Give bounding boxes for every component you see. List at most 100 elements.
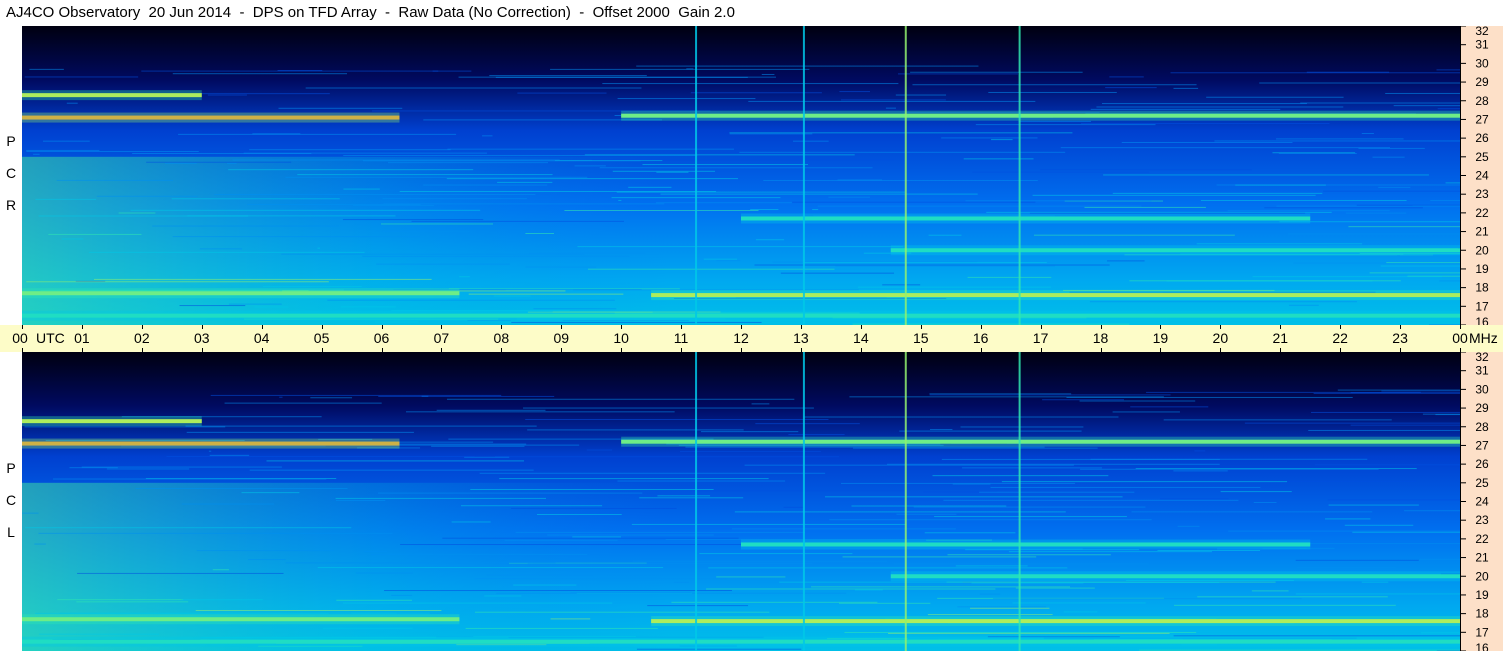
freq-tick-label: 21 — [1475, 225, 1489, 239]
rcp-letter-p: R — [5, 197, 17, 213]
time-tick — [22, 325, 23, 329]
time-tick — [980, 325, 982, 329]
freq-tick-label: 28 — [1475, 94, 1489, 108]
time-tick-label: 07 — [433, 330, 450, 346]
rcp-spectrogram — [22, 26, 1460, 325]
time-tick — [201, 325, 203, 329]
rcp-letter-r: P — [6, 133, 16, 149]
time-tick-label: 10 — [613, 330, 629, 346]
spike-1 — [802, 352, 805, 651]
lcp-spectrogram — [22, 352, 1460, 651]
spike-2 — [904, 352, 907, 651]
time-tick-label: 11 — [673, 330, 689, 346]
time-tick — [441, 325, 443, 329]
time-tick-label: 06 — [373, 330, 390, 346]
freq-tick-label: 31 — [1475, 38, 1489, 52]
time-tick-label: 22 — [1332, 330, 1348, 346]
time-tick — [1160, 325, 1162, 329]
frequency-unit-label: MHz — [1469, 330, 1498, 346]
time-axis: 00 01 02 03 04 05 06 07 08 09 10 11 12 13 14 15 16 17 18 19… — [0, 325, 1503, 352]
time-tick-label: 13 — [793, 330, 809, 346]
time-tick — [1340, 325, 1342, 329]
freq-tick-label: 18 — [1475, 281, 1489, 295]
freq-tick-label: 29 — [1475, 401, 1489, 415]
freq-tick-label: 30 — [1475, 56, 1489, 70]
spike-2 — [904, 26, 907, 325]
rcp-spectrogram-plot — [22, 26, 1460, 325]
time-tick — [141, 325, 143, 329]
freq-tick-label: 27 — [1475, 112, 1489, 126]
time-tick — [381, 325, 383, 329]
time-tick — [681, 325, 683, 329]
freq-tick-label: 18 — [1475, 607, 1489, 621]
time-tick-label: 04 — [253, 330, 270, 346]
time-tick-label: 20 — [1212, 330, 1229, 346]
time-tick-label: 05 — [313, 330, 330, 346]
time-tick-label: 01 — [74, 330, 90, 346]
spike-1 — [802, 26, 805, 325]
rcp-letter-c: C — [5, 165, 17, 181]
time-tick — [1040, 325, 1042, 329]
lcp-spectrogram-plot — [22, 352, 1460, 651]
freq-tick-label: 19 — [1475, 588, 1489, 602]
time-tick — [860, 325, 862, 329]
freq-tick-label: 22 — [1475, 532, 1489, 546]
time-tick-label: 00 — [12, 330, 28, 346]
time-tick-label: 14 — [853, 330, 869, 346]
spike-3 — [1018, 352, 1021, 651]
freq-tick-label: 17 — [1475, 625, 1489, 639]
freq-tick-label: 22 — [1475, 206, 1489, 220]
freq-tick-label: 26 — [1475, 131, 1489, 145]
spike-3 — [1018, 26, 1021, 325]
time-tick — [261, 325, 263, 329]
time-tick-label: 16 — [972, 330, 989, 346]
time-unit-label: UTC — [36, 330, 65, 346]
time-tick — [1460, 325, 1461, 329]
rcp-label: P C R — [2, 125, 20, 221]
time-tick — [561, 325, 563, 329]
spike-0 — [695, 26, 698, 325]
time-tick-label: 02 — [134, 330, 150, 346]
time-tick — [1280, 325, 1282, 329]
time-tick-label: 03 — [193, 330, 210, 346]
freq-tick-label: 27 — [1475, 438, 1489, 452]
time-tick — [621, 325, 623, 329]
time-tick-label: 23 — [1392, 330, 1408, 346]
spike-0 — [695, 352, 698, 651]
lcp-letter-p: L — [7, 524, 15, 540]
time-tick — [321, 325, 323, 329]
rcp-frequency-axis: 16 17 18 19 20 21 22 23 24 25 26 27 28 29 30 31 32 — [1460, 26, 1503, 325]
freq-tick-label: 25 — [1475, 476, 1489, 490]
time-tick-label: 09 — [553, 330, 570, 346]
freq-tick-label: 17 — [1475, 299, 1489, 313]
lcp-letter-l: P — [6, 460, 16, 476]
time-tick-label: 12 — [733, 330, 749, 346]
freq-tick-label: 32 — [1475, 352, 1489, 364]
time-tick-label: 21 — [1272, 330, 1289, 346]
time-tick — [920, 325, 922, 329]
time-tick-label: 19 — [1152, 330, 1169, 346]
lcp-letter-c: C — [5, 492, 17, 508]
freq-tick-label: 25 — [1475, 150, 1489, 164]
lcp-label: P C L — [2, 452, 20, 548]
freq-tick-label: 23 — [1475, 513, 1489, 527]
freq-tick-label: 21 — [1475, 551, 1489, 565]
freq-tick-label: 24 — [1475, 495, 1489, 509]
freq-tick-label: 28 — [1475, 420, 1489, 434]
time-tick — [501, 325, 503, 329]
time-tick-label: 15 — [912, 330, 929, 346]
time-tick — [1400, 325, 1402, 329]
freq-tick-label: 16 — [1475, 315, 1489, 325]
freq-tick-label: 24 — [1475, 169, 1489, 183]
time-tick — [81, 325, 83, 329]
lcp-frequency-ticks: 16 17 18 19 20 21 22 23 24 25 26 27 28 29 30 3132 — [1461, 352, 1489, 651]
time-tick — [1220, 325, 1222, 329]
time-tick-label: 18 — [1092, 330, 1109, 346]
freq-tick-label: 20 — [1475, 243, 1489, 257]
freq-tick-label: 30 — [1475, 382, 1489, 396]
time-tick — [800, 325, 802, 329]
rcp-frequency-ticks: 16 17 18 19 20 21 22 23 24 25 26 27 28 29 30 3132 — [1461, 26, 1489, 325]
freq-tick-label: 29 — [1475, 75, 1489, 89]
freq-tick-label: 16 — [1475, 641, 1489, 651]
freq-tick-label: 32 — [1475, 26, 1489, 38]
